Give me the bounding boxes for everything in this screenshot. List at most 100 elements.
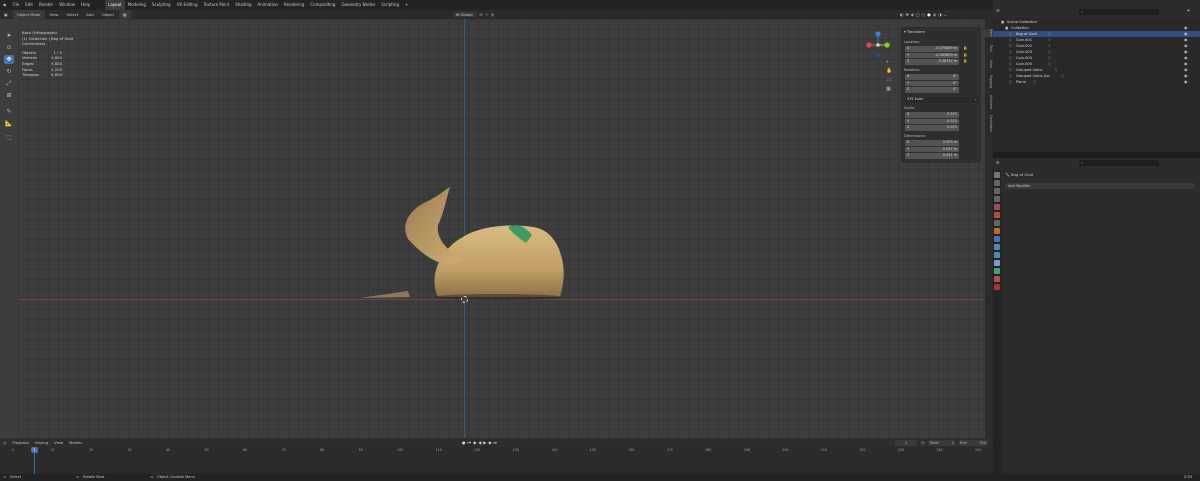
collection-tab-icon[interactable] xyxy=(994,220,1000,226)
data-tab-icon[interactable] xyxy=(994,268,1000,274)
rotation-x-field[interactable]: X 0° xyxy=(905,74,959,80)
frame-ruler[interactable]: 0 10 20 30 40 50 60 70 80 90 100 110 120 130 140 150 160… xyxy=(0,447,993,455)
material-shading-icon[interactable]: ◍ xyxy=(933,12,937,17)
editor-type-icon[interactable]: ▣ xyxy=(0,10,12,19)
physics-tab-icon[interactable] xyxy=(994,252,1000,258)
menu-object[interactable]: Object xyxy=(98,10,118,19)
transform-panel-title[interactable]: ▾ Transform xyxy=(904,30,925,34)
current-frame-field[interactable]: 1 xyxy=(895,440,917,446)
rotation-mode-dropdown[interactable]: XYZ Euler ⌄ xyxy=(905,97,979,103)
rotate-icon[interactable]: ↻ xyxy=(4,67,14,76)
world-tab-icon[interactable] xyxy=(994,212,1000,218)
lock-icon[interactable]: 🔓 xyxy=(963,53,967,57)
zoom-icon[interactable]: ⌕ xyxy=(886,59,894,65)
tab-decorator[interactable]: Decorator xyxy=(985,115,993,132)
end-frame-field[interactable]: End 250 xyxy=(958,440,988,446)
camera-view-icon[interactable]: 🎥 xyxy=(886,77,894,83)
object-tab-icon[interactable] xyxy=(994,228,1000,234)
lock-icon[interactable]: 🔓 xyxy=(963,59,967,63)
scale-z-field[interactable]: Z 0.371 xyxy=(905,125,959,131)
rotation-y-field[interactable]: Y 0° xyxy=(905,80,959,86)
xray-icon[interactable]: ▢ xyxy=(916,12,920,17)
timeline-editor-icon[interactable]: ◷ xyxy=(0,440,9,445)
particles-tab-icon[interactable] xyxy=(994,244,1000,250)
gizmo-icon[interactable]: ✥ xyxy=(906,12,909,17)
lock-icon[interactable]: 🔓 xyxy=(963,46,967,50)
outliner-search-input[interactable]: ⌕ xyxy=(1079,9,1159,15)
location-x-field[interactable]: X -0.375869 m xyxy=(905,46,959,52)
menu-view[interactable]: View xyxy=(51,440,66,445)
menu-window[interactable]: Window xyxy=(56,0,78,10)
menu-select[interactable]: Select xyxy=(63,10,83,19)
rotation-z-field[interactable]: Z 0° xyxy=(905,87,959,93)
tab-scripting[interactable]: Scripting xyxy=(378,0,402,10)
constraints-tab-icon[interactable] xyxy=(994,260,1000,266)
output-tab-icon[interactable] xyxy=(994,188,1000,194)
menu-keying[interactable]: Keying xyxy=(32,440,51,445)
tab-item[interactable]: Item xyxy=(985,29,993,37)
properties-search-input[interactable]: ⌕ xyxy=(1079,160,1159,166)
menu-file[interactable]: File xyxy=(10,0,23,10)
tab-sculpting[interactable]: Sculpting xyxy=(149,0,174,10)
shading-options-icon[interactable]: ⌄ xyxy=(944,12,947,17)
location-z-field[interactable]: Z 0.36752 m xyxy=(905,59,959,65)
pan-hand-icon[interactable]: ✋ xyxy=(886,68,894,74)
scale-y-field[interactable]: Y 0.371 xyxy=(905,118,959,124)
add-modifier-dropdown[interactable]: Add Modifier xyxy=(1005,183,1195,189)
prev-keyframe-icon[interactable]: ◆ xyxy=(473,440,476,446)
tool-tab-icon[interactable] xyxy=(994,172,1000,178)
start-frame-field[interactable]: Start 1 xyxy=(928,440,956,446)
select-cursor-icon[interactable]: ➤ xyxy=(4,31,14,40)
menu-help[interactable]: Help xyxy=(78,0,93,10)
3d-cursor-icon[interactable] xyxy=(461,296,468,303)
overlay-icon[interactable]: ◈ xyxy=(911,12,914,17)
solid-shading-icon[interactable]: ● xyxy=(927,12,931,17)
material-tab-icon[interactable] xyxy=(994,276,1000,282)
add-cube-icon[interactable]: ⬚ xyxy=(4,133,14,142)
dimensions-z-field[interactable]: Z 0.441 m xyxy=(905,153,959,159)
transform-icon[interactable]: ⊞ xyxy=(4,91,14,100)
pivot-icon[interactable]: ⟳ xyxy=(480,12,483,17)
visibility-icon[interactable]: ◐ xyxy=(900,12,904,17)
clock-icon[interactable]: ◷ xyxy=(921,440,925,445)
wireframe-shading-icon[interactable]: ○ xyxy=(922,12,926,17)
scale-x-field[interactable]: X 0.371 xyxy=(905,112,959,118)
play-reverse-icon[interactable]: ◀ xyxy=(478,440,481,446)
tab-rigging[interactable]: Rigging xyxy=(985,75,993,88)
tab-geometry-nodes[interactable]: Geometry Nodes xyxy=(338,0,378,10)
next-keyframe-icon[interactable]: ◆ xyxy=(488,440,491,446)
tab-view[interactable]: View xyxy=(985,60,993,68)
tab-layout[interactable]: Layout xyxy=(105,0,125,10)
menu-add[interactable]: Add xyxy=(82,10,97,19)
outliner-row-item[interactable]: ▽ Plane ▽ ◉ xyxy=(993,79,1200,85)
outliner-editor-icon[interactable]: ☰ xyxy=(996,8,1000,13)
jump-end-icon[interactable]: ⏭ xyxy=(493,440,497,446)
menu-view[interactable]: View xyxy=(46,10,63,19)
rendered-shading-icon[interactable]: ◑ xyxy=(938,12,942,17)
perspective-grid-icon[interactable]: ▦ xyxy=(886,86,894,92)
render-tab-icon[interactable] xyxy=(994,180,1000,186)
dimensions-y-field[interactable]: Y 0.547 m xyxy=(905,146,959,152)
tab-tool[interactable]: Tool xyxy=(985,45,993,52)
navigation-gizmo[interactable] xyxy=(864,29,892,59)
properties-editor-icon[interactable]: ⚙ xyxy=(996,160,1000,165)
measure-icon[interactable]: 📐 xyxy=(4,119,14,128)
tab-rendering[interactable]: Rendering xyxy=(281,0,307,10)
menu-render[interactable]: Render xyxy=(36,0,56,10)
proportional-edit-icon[interactable]: ◎ xyxy=(491,12,494,17)
add-workspace-button[interactable]: + xyxy=(402,0,411,10)
orientation-global-dropdown[interactable]: ⊕ Global xyxy=(453,12,476,17)
move-icon[interactable]: ✥ xyxy=(4,55,14,64)
tab-modeling[interactable]: Modeling xyxy=(125,0,149,10)
snap-icon[interactable]: ⌁ xyxy=(486,12,488,17)
scene-tab-icon[interactable] xyxy=(994,204,1000,210)
texture-tab-icon[interactable] xyxy=(994,284,1000,290)
cursor-icon[interactable]: ⊙ xyxy=(4,43,14,52)
bag-of-gold-mesh[interactable] xyxy=(348,179,578,304)
tab-shading[interactable]: Shading xyxy=(232,0,254,10)
viewport-toggle-icon[interactable]: ▦ xyxy=(118,10,131,19)
scale-icon[interactable]: ⤢ xyxy=(4,79,14,88)
menu-edit[interactable]: Edit xyxy=(22,0,36,10)
tab-animate[interactable]: Animate xyxy=(985,95,993,109)
3d-viewport[interactable]: ⌕ ✋ 🎥 ▦ xyxy=(18,19,986,438)
